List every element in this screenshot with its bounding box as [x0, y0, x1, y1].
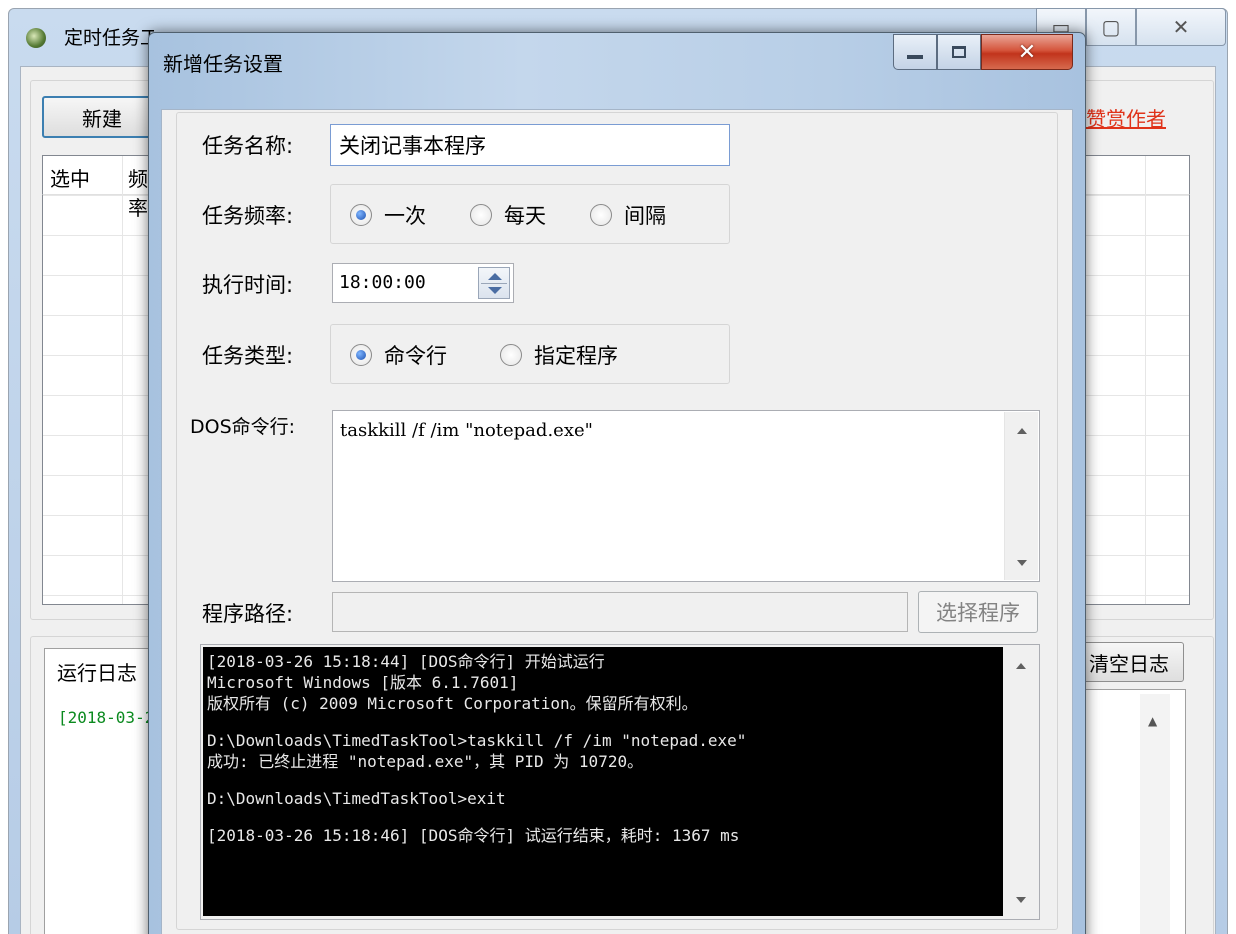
choose-program-button: 选择程序	[918, 591, 1038, 633]
frequency-interval-radio[interactable]: 间隔	[590, 200, 666, 230]
log-line: [2018-03-26 15:18:44]	[58, 708, 148, 727]
scroll-down-icon[interactable]	[1017, 560, 1027, 566]
console-line: 版权所有 (c) 2009 Microsoft Corporation。保留所有…	[207, 694, 698, 713]
dialog-close-button[interactable]: ✕	[981, 34, 1073, 70]
dialog-controls: ✕	[893, 34, 1073, 70]
grid-header-select[interactable]: 选中	[50, 163, 90, 192]
maximize-icon: ▢	[1101, 15, 1121, 39]
radio-label: 指定程序	[534, 344, 618, 368]
console-scrollbar[interactable]	[1004, 647, 1038, 916]
maximize-icon	[952, 46, 966, 58]
scroll-up-icon[interactable]	[1017, 428, 1027, 434]
dos-command-text: taskkill /f /im "notepad.exe"	[340, 420, 593, 441]
dialog-minimize-button[interactable]	[893, 34, 937, 70]
frequency-label: 任务频率:	[202, 204, 294, 228]
command-scrollbar[interactable]	[1004, 412, 1038, 580]
console-line: [2018-03-26 15:18:46] [DOS命令行] 试运行结束，耗时:…	[207, 826, 740, 845]
maximize-button[interactable]: ▢	[1086, 8, 1136, 46]
log-scrollbar[interactable]: ▲	[1140, 694, 1170, 934]
program-path-input	[332, 592, 908, 632]
minimize-icon	[907, 55, 923, 59]
radio-unselected-icon	[470, 204, 492, 226]
task-name-label: 任务名称:	[202, 134, 294, 158]
dialog-title: 新增任务设置	[163, 52, 283, 76]
app-icon	[26, 28, 46, 48]
dialog-maximize-button[interactable]	[937, 34, 981, 70]
program-path-label: 程序路径:	[202, 602, 294, 626]
time-spinner[interactable]	[478, 267, 510, 299]
radio-label: 一次	[384, 204, 426, 228]
main-window-title: 定时任务工具 V1.0	[64, 27, 154, 49]
task-name-input[interactable]: 关闭记事本程序	[330, 124, 730, 166]
dos-command-label: DOS命令行:	[190, 416, 296, 438]
console-line: D:\Downloads\TimedTaskTool>taskkill /f /…	[207, 731, 747, 750]
close-button[interactable]: ✕	[1136, 8, 1226, 46]
console-line: Microsoft Windows [版本 6.1.7601]	[207, 673, 519, 692]
scroll-up-icon[interactable]	[1016, 663, 1026, 669]
spin-divider	[481, 283, 507, 284]
radio-unselected-icon	[500, 344, 522, 366]
spin-down-icon[interactable]	[488, 287, 502, 294]
radio-label: 每天	[504, 204, 546, 228]
close-icon: ✕	[1172, 15, 1190, 39]
console-line: 成功: 已终止进程 "notepad.exe"，其 PID 为 10720。	[207, 752, 644, 771]
frequency-daily-radio[interactable]: 每天	[470, 200, 546, 230]
console-line: D:\Downloads\TimedTaskTool>exit	[207, 789, 506, 808]
grid-divider	[122, 156, 123, 604]
radio-label: 命令行	[384, 344, 447, 368]
donate-link[interactable]: 赞赏作者	[1086, 103, 1166, 132]
radio-label: 间隔	[624, 204, 666, 228]
spin-up-icon[interactable]	[488, 273, 502, 280]
grid-header-frequency[interactable]: 频率	[128, 163, 150, 221]
close-icon: ✕	[1017, 39, 1037, 65]
task-type-label: 任务类型:	[202, 344, 294, 368]
task-type-command-radio[interactable]: 命令行	[350, 340, 447, 370]
scroll-up-icon[interactable]: ▲	[1148, 714, 1157, 728]
radio-unselected-icon	[590, 204, 612, 226]
task-type-program-radio[interactable]: 指定程序	[500, 340, 618, 370]
radio-selected-icon	[350, 344, 372, 366]
frequency-once-radio[interactable]: 一次	[350, 200, 426, 230]
grid-divider	[1145, 156, 1146, 604]
new-task-button[interactable]: 新建	[42, 96, 162, 138]
exec-time-label: 执行时间:	[202, 273, 294, 297]
console-line: [2018-03-26 15:18:44] [DOS命令行] 开始试运行	[207, 652, 605, 671]
radio-selected-icon	[350, 204, 372, 226]
console-output[interactable]: [2018-03-26 15:18:44] [DOS命令行] 开始试运行 Mic…	[203, 647, 1003, 916]
scroll-down-icon[interactable]	[1016, 897, 1026, 903]
